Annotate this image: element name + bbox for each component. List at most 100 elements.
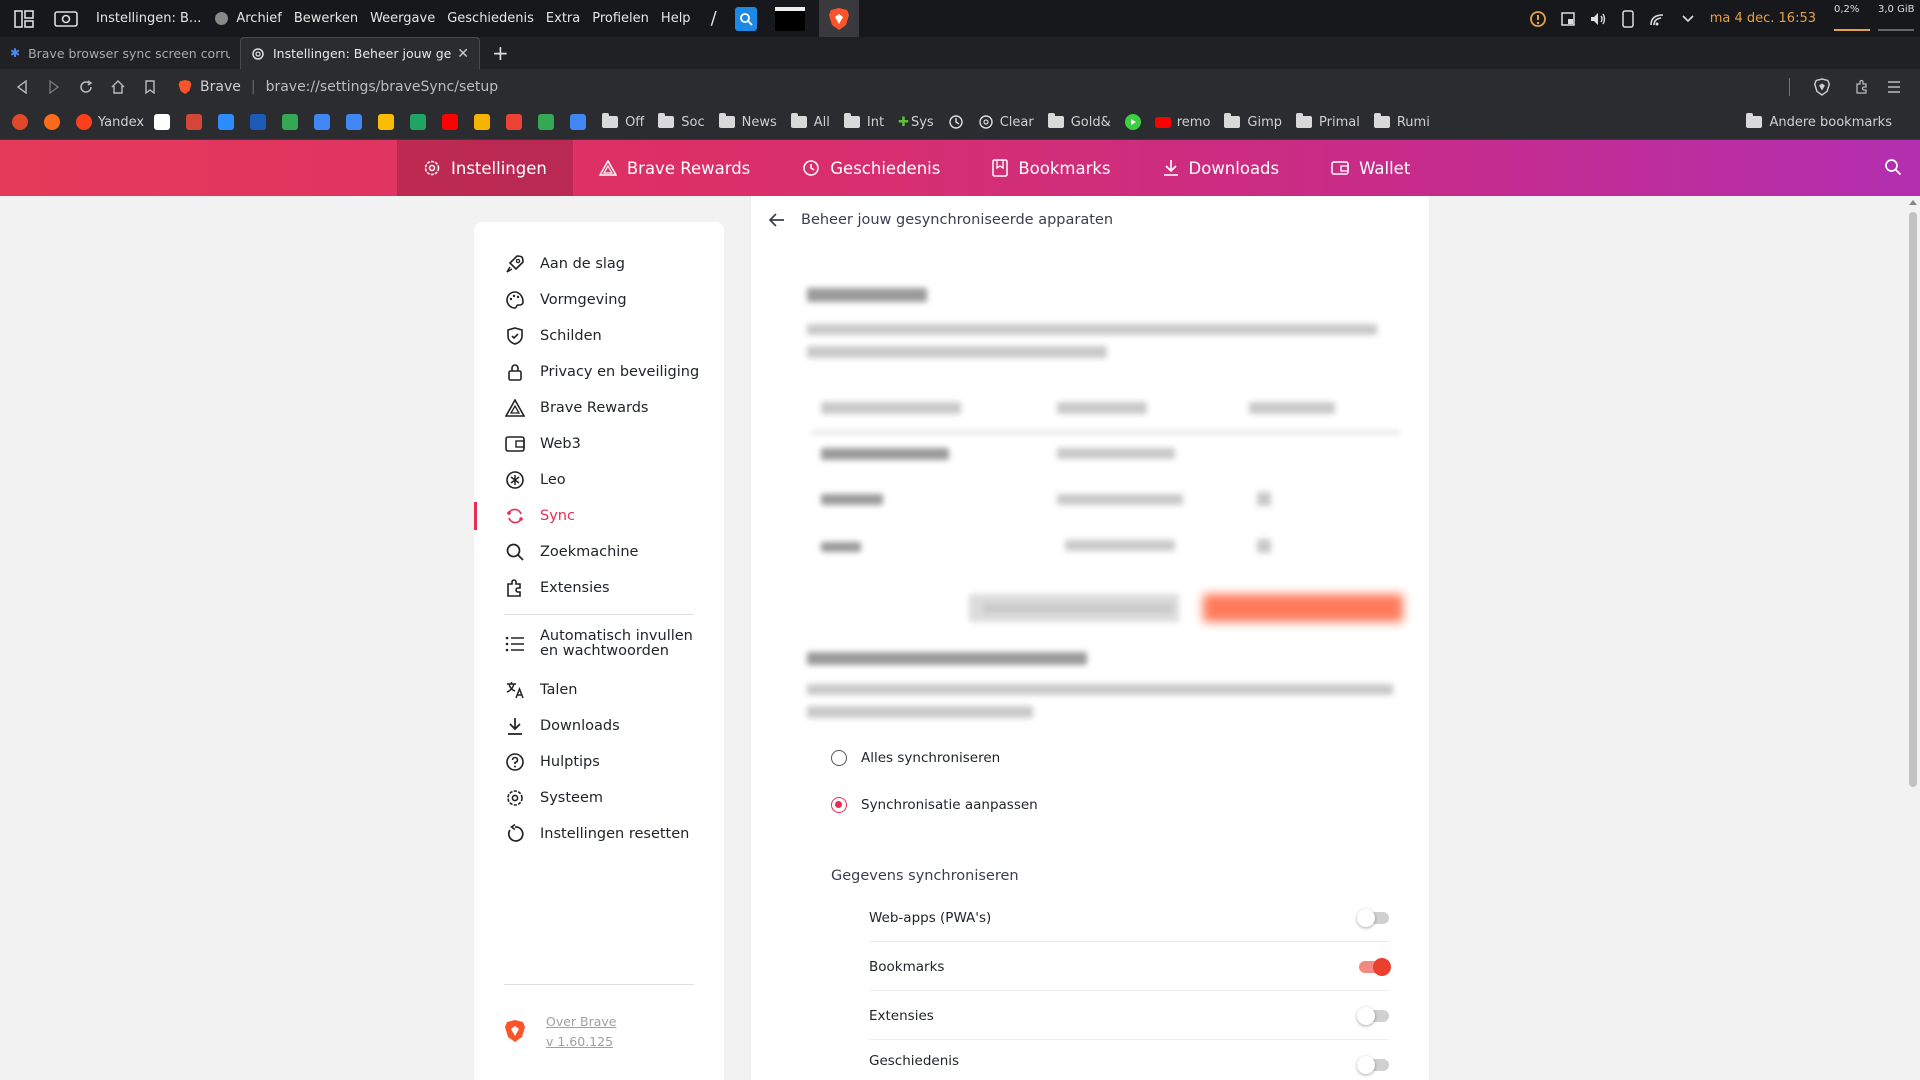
bookmark-item[interactable] — [250, 114, 272, 130]
bookmark-page-button[interactable] — [134, 71, 166, 103]
menu-weergave[interactable]: Weergave — [370, 11, 435, 26]
sidebar-item-hulptips[interactable]: Hulptips — [474, 744, 724, 780]
toggle-web-apps[interactable] — [1357, 909, 1389, 927]
bookmark-item[interactable] — [346, 114, 368, 130]
scrollbar-thumb[interactable] — [1909, 212, 1917, 787]
tab-brave-sync-issue[interactable]: ✱ Brave browser sync screen corrupted — [0, 37, 240, 69]
terminal-app-icon[interactable] — [774, 6, 805, 31]
extensions-button[interactable] — [1846, 71, 1878, 103]
bookmark-item[interactable] — [442, 114, 464, 130]
sidebar-item-schilden[interactable]: Schilden — [474, 318, 724, 354]
bookmark-folder[interactable]: Int — [843, 113, 884, 130]
bookmark-item[interactable] — [186, 114, 208, 130]
nav-downloads[interactable]: Downloads — [1137, 140, 1306, 196]
scroll-up-arrow-icon[interactable] — [1909, 200, 1917, 205]
url-text[interactable]: brave://settings/braveSync/setup — [266, 79, 499, 95]
bookmark-play[interactable] — [1124, 114, 1141, 130]
bookmark-item[interactable] — [12, 114, 34, 130]
radio-button[interactable] — [831, 750, 847, 766]
bookmark-remo[interactable]: remo — [1154, 115, 1210, 130]
new-tab-button[interactable]: + — [492, 37, 509, 69]
brave-app-icon[interactable] — [818, 0, 859, 37]
bookmark-item[interactable] — [154, 114, 176, 130]
menu-profielen[interactable]: Profielen — [592, 11, 649, 26]
back-button[interactable] — [6, 71, 38, 103]
menu-help[interactable]: Help — [661, 11, 691, 26]
sidebar-item-leo[interactable]: Leo — [474, 462, 724, 498]
tab-settings[interactable]: Instellingen: Beheer jouw gesynchronisee… — [240, 37, 480, 69]
memory-meter[interactable]: 3,0 GiB — [1876, 0, 1916, 37]
screenshot-icon[interactable] — [54, 10, 78, 27]
volume-icon[interactable] — [1586, 9, 1610, 29]
about-brave-link[interactable]: Over Brave — [546, 1012, 617, 1032]
sidebar-item-privacy[interactable]: Privacy en beveiliging — [474, 354, 724, 390]
bookmark-item[interactable] — [570, 114, 592, 130]
menu-archief[interactable]: Archief — [236, 11, 282, 26]
bookmark-item[interactable]: Yandex — [76, 114, 144, 130]
phone-icon[interactable] — [1616, 9, 1640, 29]
bookmark-item[interactable] — [538, 114, 560, 130]
sidebar-item-autofill[interactable]: Automatisch invullen en wachtwoorden — [474, 622, 724, 666]
bookmark-item[interactable] — [44, 114, 66, 130]
menu-bewerken[interactable]: Bewerken — [294, 11, 358, 26]
bookmark-history[interactable] — [948, 114, 964, 130]
chevron-down-icon[interactable] — [1676, 9, 1700, 29]
bookmark-item[interactable] — [474, 114, 496, 130]
toggle-extensies[interactable] — [1357, 1007, 1389, 1025]
radio-button[interactable] — [831, 797, 847, 813]
bookmark-folder[interactable]: Off — [602, 113, 644, 130]
bookmark-item[interactable] — [218, 114, 240, 130]
menu-extra[interactable]: Extra — [546, 11, 580, 26]
update-icon[interactable] — [1526, 9, 1550, 29]
clock[interactable]: ma 4 dec. 16:53 — [1710, 11, 1816, 26]
cpu-meter[interactable]: 0,2% — [1832, 0, 1872, 37]
sidebar-item-sync[interactable]: Sync — [474, 498, 724, 534]
menu-geschiedenis[interactable]: Geschiedenis — [447, 11, 534, 26]
reload-button[interactable] — [70, 71, 102, 103]
activities-icon[interactable] — [14, 9, 34, 28]
bookmark-sys[interactable]: ✚ Sys — [898, 115, 934, 130]
clipboard-icon[interactable] — [1556, 9, 1580, 29]
sidebar-item-extensies[interactable]: Extensies — [474, 570, 724, 606]
blurred-primary-button[interactable] — [1203, 594, 1403, 622]
sidebar-item-systeem[interactable]: Systeem — [474, 780, 724, 816]
sidebar-item-vormgeving[interactable]: Vormgeving — [474, 282, 724, 318]
nav-bookmarks[interactable]: Bookmarks — [966, 140, 1136, 196]
bookmark-item[interactable] — [282, 114, 304, 130]
nav-instellingen[interactable]: Instellingen — [397, 140, 573, 196]
bookmark-folder-gold[interactable]: Gold& — [1047, 113, 1111, 130]
search-icon[interactable] — [1884, 158, 1902, 180]
bookmark-folder[interactable]: News — [718, 113, 777, 130]
back-arrow-icon[interactable] — [769, 213, 785, 227]
sidebar-item-zoekmachine[interactable]: Zoekmachine — [474, 534, 724, 570]
bookmark-item[interactable] — [506, 114, 528, 130]
bookmark-folder[interactable]: All — [790, 113, 830, 130]
bookmark-folder-gimp[interactable]: Gimp — [1224, 113, 1282, 130]
nav-wallet[interactable]: Wallet — [1305, 140, 1436, 196]
search-app-icon[interactable] — [734, 6, 757, 31]
home-button[interactable] — [102, 71, 134, 103]
bookmark-folder-rumi[interactable]: Rumi — [1373, 113, 1430, 130]
sidebar-item-downloads[interactable]: Downloads — [474, 708, 724, 744]
close-icon[interactable]: ✕ — [457, 46, 469, 62]
wifi-icon[interactable] — [1646, 9, 1670, 29]
version-link[interactable]: v 1.60.125 — [546, 1032, 617, 1052]
sidebar-item-web3[interactable]: Web3 — [474, 426, 724, 462]
sidebar-item-brave-rewards[interactable]: Brave Rewards — [474, 390, 724, 426]
shields-button[interactable] — [1806, 71, 1838, 103]
sidebar-item-talen[interactable]: Talen — [474, 672, 724, 708]
bookmark-folder-primal[interactable]: Primal — [1296, 113, 1360, 130]
bookmark-folder[interactable]: Soc — [658, 113, 705, 130]
menu-button[interactable] — [1878, 71, 1910, 103]
nav-brave-rewards[interactable]: Brave Rewards — [573, 140, 776, 196]
sidebar-item-aan-de-slag[interactable]: Aan de slag — [474, 246, 724, 282]
sidebar-item-reset[interactable]: Instellingen resetten — [474, 816, 724, 852]
forward-button[interactable] — [38, 71, 70, 103]
bookmark-item[interactable] — [410, 114, 432, 130]
toggle-geschiedenis[interactable] — [1357, 1056, 1389, 1074]
nav-geschiedenis[interactable]: Geschiedenis — [776, 140, 966, 196]
address-bar[interactable]: Brave | brave://settings/braveSync/setup — [178, 79, 498, 95]
bookmark-item[interactable] — [314, 114, 336, 130]
bookmark-clear[interactable]: Clear — [978, 114, 1034, 130]
toggle-bookmarks[interactable] — [1359, 958, 1391, 976]
